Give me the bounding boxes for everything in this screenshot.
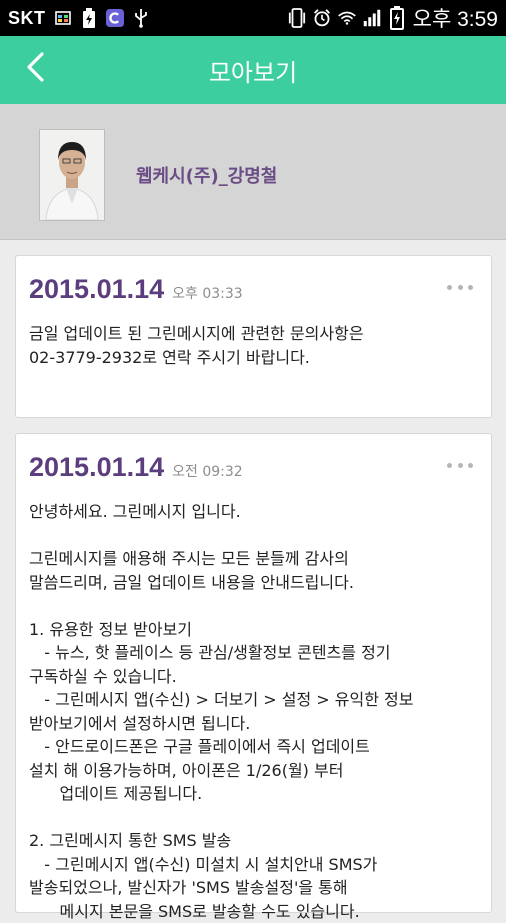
photo-icon [54,9,72,27]
chevron-left-icon [24,51,46,87]
profile-header: 웹케시(주)_강명철 [0,104,506,240]
battery-saver-icon [80,8,98,28]
vibrate-icon [288,8,306,28]
message-card[interactable]: 2015.01.14 오전 09:32 안녕하세요. 그린메시지 입니다. 그린… [15,433,492,921]
person-photo-icon [40,130,104,220]
message-date: 2015.01.14 [29,452,165,482]
message-time: 오후 03:33 [172,286,243,302]
app-bar: 모아보기 [0,36,506,104]
avatar[interactable] [39,129,105,221]
status-bar: SKT 오후 3:59 [0,0,506,36]
more-options-icon[interactable] [447,280,473,294]
signal-icon [363,9,381,27]
message-card[interactable]: 2015.01.14 오후 03:33 금일 업데이트 된 그린메시지에 관련한… [15,255,492,418]
alarm-icon [313,9,331,27]
message-date: 2015.01.14 [29,274,165,304]
more-options-icon[interactable] [447,458,473,472]
status-clock: 오후 3:59 [412,8,498,31]
usb-icon [132,9,150,28]
back-button[interactable] [12,46,58,92]
profile-name[interactable]: 웹케시(주)_강명철 [136,162,277,188]
message-body: 금일 업데이트 된 그린메시지에 관련한 문의사항은 02-3779-2932로… [29,324,364,367]
carrier-label: SKT [8,7,46,28]
battery-charging-icon [388,6,406,30]
app-c-icon [105,9,124,27]
message-time: 오전 09:32 [172,464,243,480]
wifi-icon [337,9,356,27]
page-title: 모아보기 [208,58,298,87]
message-body: 안녕하세요. 그린메시지 입니다. 그린메시지를 애용해 주시는 모든 분들께 … [29,502,414,921]
